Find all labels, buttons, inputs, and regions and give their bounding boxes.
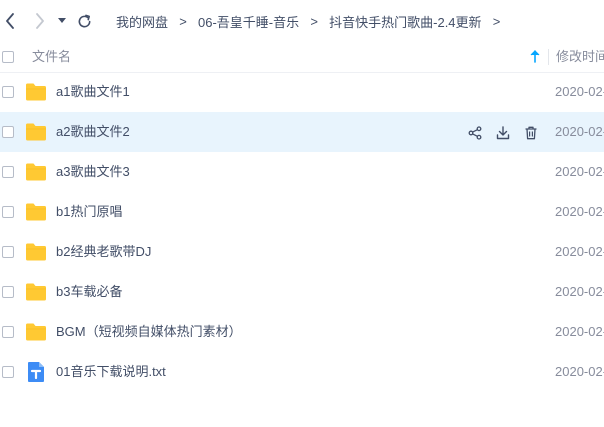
refresh-button[interactable] xyxy=(74,10,94,32)
breadcrumb-separator: > xyxy=(492,13,501,29)
chevron-left-icon xyxy=(6,13,14,29)
folder-icon xyxy=(25,321,47,343)
refresh-icon xyxy=(78,14,90,27)
folder-icon xyxy=(25,161,47,183)
download-button[interactable] xyxy=(494,124,512,142)
folder-icon xyxy=(25,81,47,103)
column-header-mtime[interactable]: 修改时间 xyxy=(556,42,604,72)
row-checkbox[interactable] xyxy=(2,246,14,258)
delete-button[interactable] xyxy=(522,124,540,142)
file-name[interactable]: b1热门原唱 xyxy=(56,192,122,232)
modified-time: 2020-02- xyxy=(555,124,604,139)
breadcrumb-item-home[interactable]: 我的网盘 xyxy=(116,12,168,31)
modified-time: 2020-02- xyxy=(555,84,604,99)
file-row[interactable]: 01音乐下载说明.txt 2020-02- xyxy=(0,352,604,392)
folder-icon xyxy=(25,121,47,143)
folder-icon xyxy=(25,241,47,263)
txt-file-icon xyxy=(25,361,47,383)
file-name[interactable]: a1歌曲文件1 xyxy=(56,72,130,112)
file-name[interactable]: a3歌曲文件3 xyxy=(56,152,130,192)
share-icon xyxy=(468,126,482,140)
file-name[interactable]: 01音乐下载说明.txt xyxy=(56,352,166,392)
file-name[interactable]: BGM（短视频自媒体热门素材） xyxy=(56,312,242,352)
row-actions xyxy=(466,124,540,142)
share-button[interactable] xyxy=(466,124,484,142)
file-list-header: 文件名 修改时间 xyxy=(0,42,604,73)
breadcrumb-separator: > xyxy=(179,13,187,29)
file-name[interactable]: b3车载必备 xyxy=(56,272,122,312)
modified-time: 2020-02- xyxy=(555,364,604,379)
modified-time: 2020-02- xyxy=(555,324,604,339)
modified-time: 2020-02- xyxy=(555,204,604,219)
folder-row[interactable]: a1歌曲文件1 2020-02- xyxy=(0,72,604,112)
caret-down-icon xyxy=(58,18,66,23)
row-checkbox[interactable] xyxy=(2,126,14,138)
row-checkbox[interactable] xyxy=(2,326,14,338)
folder-icon xyxy=(25,201,47,223)
folder-row[interactable]: b3车载必备 2020-02- xyxy=(0,272,604,312)
folder-row[interactable]: b2经典老歌带DJ 2020-02- xyxy=(0,232,604,272)
arrow-up-icon[interactable] xyxy=(529,50,541,63)
navigation-bar: 我的网盘 > 06-吾皇千睡-音乐 > 抖音快手热门歌曲-2.4更新 > xyxy=(0,0,604,42)
breadcrumb-separator: > xyxy=(310,13,318,29)
history-dropdown[interactable] xyxy=(54,10,70,32)
breadcrumb-item-current[interactable]: 抖音快手热门歌曲-2.4更新 xyxy=(329,12,481,31)
forward-button[interactable] xyxy=(30,10,50,32)
chevron-right-icon xyxy=(36,13,44,29)
file-name[interactable]: a2歌曲文件2 xyxy=(56,112,130,152)
row-checkbox[interactable] xyxy=(2,286,14,298)
folder-row[interactable]: a3歌曲文件3 2020-02- xyxy=(0,152,604,192)
folder-row[interactable]: BGM（短视频自媒体热门素材） 2020-02- xyxy=(0,312,604,352)
breadcrumb: 我的网盘 > 06-吾皇千睡-音乐 > 抖音快手热门歌曲-2.4更新 > xyxy=(116,0,512,42)
folder-icon xyxy=(25,281,47,303)
row-checkbox[interactable] xyxy=(2,366,14,378)
delete-icon xyxy=(525,126,537,140)
back-button[interactable] xyxy=(0,10,20,32)
column-divider[interactable] xyxy=(548,49,549,65)
row-checkbox[interactable] xyxy=(2,166,14,178)
modified-time: 2020-02- xyxy=(555,284,604,299)
column-header-name[interactable]: 文件名 xyxy=(32,42,71,72)
row-checkbox[interactable] xyxy=(2,86,14,98)
folder-row[interactable]: a2歌曲文件2 2020-02- xyxy=(0,112,604,152)
file-name[interactable]: b2经典老歌带DJ xyxy=(56,232,151,272)
breadcrumb-item-music[interactable]: 06-吾皇千睡-音乐 xyxy=(198,12,299,31)
folder-row[interactable]: b1热门原唱 2020-02- xyxy=(0,192,604,232)
download-icon xyxy=(496,126,510,140)
row-checkbox[interactable] xyxy=(2,206,14,218)
modified-time: 2020-02- xyxy=(555,244,604,259)
select-all-checkbox[interactable] xyxy=(2,51,14,63)
modified-time: 2020-02- xyxy=(555,164,604,179)
